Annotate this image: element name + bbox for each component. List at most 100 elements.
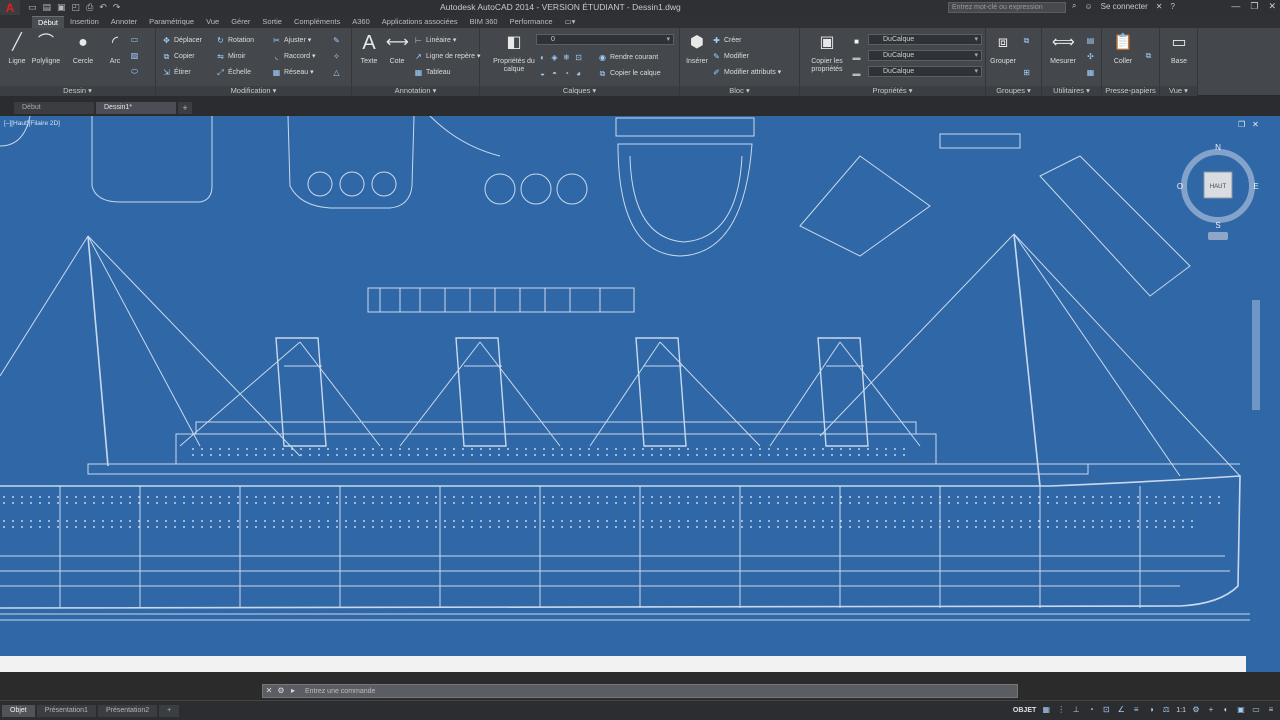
arc-tool-button[interactable]: ◜ Arc: [100, 32, 130, 66]
clean-screen-icon[interactable]: ▭: [1251, 705, 1261, 715]
group-label-vue[interactable]: Vue ▾: [1160, 86, 1197, 96]
offset-button[interactable]: △: [332, 65, 341, 79]
viewport-close-icon[interactable]: ✕: [1252, 120, 1259, 129]
autocad-logo-icon[interactable]: A: [0, 0, 20, 15]
isolate-objects-icon[interactable]: ◐: [1221, 705, 1231, 715]
add-layout-plus-icon[interactable]: +: [159, 704, 180, 717]
dimension-tool-button[interactable]: ⟷ Cote: [382, 32, 412, 66]
tab-gerer[interactable]: Gérer: [225, 16, 256, 28]
linear-dim-button[interactable]: ⊢ Linéaire ▾: [414, 33, 456, 47]
array-button[interactable]: ▦ Réseau ▾: [272, 65, 314, 79]
wcs-menu-icon[interactable]: [1208, 232, 1228, 240]
circle-tool-button[interactable]: ● Cercle: [68, 32, 98, 66]
customize-status-icon[interactable]: ≡: [1266, 705, 1276, 715]
tab-annoter[interactable]: Annoter: [105, 16, 143, 28]
signin-link[interactable]: Se connecter: [1101, 2, 1148, 11]
viewcube-north[interactable]: N: [1215, 143, 1221, 152]
redo-icon[interactable]: ↷: [113, 2, 121, 13]
print-icon[interactable]: ⎙: [86, 2, 93, 13]
viewport-restore-icon[interactable]: ❐: [1238, 120, 1245, 129]
rectangle-tool-button[interactable]: ▭: [130, 32, 139, 46]
user-icon[interactable]: ☺: [1084, 2, 1092, 11]
annotation-monitor-icon[interactable]: +: [1206, 705, 1216, 715]
util-tool-1[interactable]: ▤: [1086, 33, 1095, 47]
layer-tools-2[interactable]: ◒ ◓ ◔ ◕: [538, 66, 583, 80]
tab-vue[interactable]: Vue: [200, 16, 225, 28]
group-label-calques[interactable]: Calques ▾: [480, 86, 679, 96]
match-properties-button[interactable]: ▣ Copier les propriétés: [804, 32, 850, 74]
osnap-icon[interactable]: ⊡: [1101, 705, 1111, 715]
tab-bim360[interactable]: BIM 360: [464, 16, 504, 28]
tab-applications[interactable]: Applications associées: [376, 16, 464, 28]
insert-block-button[interactable]: ⬢ Insérer: [682, 32, 712, 66]
new-icon[interactable]: ▭: [28, 2, 37, 13]
tab-sortie[interactable]: Sortie: [256, 16, 288, 28]
layout-tab-model[interactable]: Objet: [2, 704, 35, 717]
tab-complements[interactable]: Compléments: [288, 16, 346, 28]
otrack-icon[interactable]: ∠: [1116, 705, 1126, 715]
annotation-scale-value[interactable]: 1:1: [1176, 707, 1186, 714]
layout-tab-1[interactable]: Présentation1: [36, 704, 96, 717]
workspace-gear-icon[interactable]: ⚙: [1191, 705, 1201, 715]
lineweight-select[interactable]: DuCalque: [868, 50, 982, 61]
group-label-bloc[interactable]: Bloc ▾: [680, 86, 799, 96]
save-icon[interactable]: ▣: [57, 2, 66, 13]
polar-icon[interactable]: ◔: [1086, 705, 1096, 715]
tab-debut[interactable]: Début: [32, 16, 65, 28]
help-icon[interactable]: ?: [1171, 2, 1175, 11]
mirror-button[interactable]: ⇋ Miroir: [216, 49, 245, 63]
util-tool-2[interactable]: ✣: [1086, 49, 1095, 63]
ellipse-tool-button[interactable]: ⬭: [130, 64, 139, 78]
scale-button[interactable]: ⤢ Échelle: [216, 65, 251, 79]
line-tool-button[interactable]: ╱ Ligne: [2, 32, 32, 66]
color-select[interactable]: DuCalque: [868, 34, 982, 45]
exchange-icon[interactable]: ✕: [1156, 2, 1163, 11]
undo-icon[interactable]: ↶: [99, 2, 107, 13]
horizontal-scrollbar-track[interactable]: [0, 656, 1246, 672]
annotation-scale-icon[interactable]: ⚖: [1161, 705, 1171, 715]
command-settings-icon[interactable]: ⚙: [275, 685, 287, 697]
layer-select[interactable]: 0: [536, 34, 674, 45]
maximize-icon[interactable]: ❐: [1250, 1, 1258, 12]
fillet-button[interactable]: ◟ Raccord ▾: [272, 49, 316, 63]
model-space-toggle[interactable]: OBJET: [1013, 707, 1036, 714]
layer-properties-button[interactable]: ◧ Propriétés du calque: [492, 32, 536, 74]
edit-block-button[interactable]: ✎ Modifier: [712, 49, 749, 63]
ungroup-button[interactable]: ⧉: [1022, 33, 1031, 47]
command-close-icon[interactable]: ✕: [263, 685, 275, 697]
group-button[interactable]: ⧈ Grouper: [988, 32, 1018, 66]
search-icon[interactable]: ⌕: [1072, 1, 1076, 11]
viewcube-west[interactable]: O: [1177, 182, 1183, 191]
viewcube-east[interactable]: E: [1253, 182, 1258, 191]
paste-button[interactable]: 📋 Coller: [1108, 32, 1138, 66]
tab-insertion[interactable]: Insertion: [64, 16, 105, 28]
snap-icon[interactable]: ⋮: [1056, 705, 1066, 715]
lineweight-toggle-icon[interactable]: ≡: [1131, 705, 1141, 715]
util-tool-3[interactable]: ▦: [1086, 65, 1095, 79]
tab-parametrique[interactable]: Paramétrique: [143, 16, 200, 28]
command-line[interactable]: ✕ ⚙ ▸ Entrez une commande: [262, 684, 1018, 698]
table-button[interactable]: ▦ Tableau: [414, 65, 451, 79]
text-tool-button[interactable]: A Texte: [354, 32, 384, 66]
group-label-modification[interactable]: Modification ▾: [156, 86, 351, 96]
viewcube[interactable]: HAUT N S E O: [1162, 142, 1262, 242]
explode-button[interactable]: ✧: [332, 49, 341, 63]
ribbon-toggle-icon[interactable]: ▭▾: [559, 16, 582, 28]
copy-clip-button[interactable]: ⧉: [1144, 48, 1153, 62]
open-icon[interactable]: ▤: [43, 2, 52, 13]
command-input[interactable]: Entrez une commande: [305, 688, 375, 695]
group-label-dessin[interactable]: Dessin ▾: [0, 86, 155, 96]
stretch-button[interactable]: ⇲ Étirer: [162, 65, 191, 79]
group-label-utilitaires[interactable]: Utilitaires ▾: [1042, 86, 1101, 96]
grid-icon[interactable]: ▦: [1041, 705, 1051, 715]
close-icon[interactable]: ✕: [1268, 1, 1276, 12]
new-tab-plus-icon[interactable]: +: [178, 102, 192, 114]
transparency-icon[interactable]: ◑: [1146, 705, 1156, 715]
measure-button[interactable]: ⟺ Mesurer: [1048, 32, 1078, 66]
group-label-presse-papiers[interactable]: Presse-papiers: [1102, 86, 1159, 96]
command-prompt-icon[interactable]: ▸: [287, 685, 299, 697]
rotate-button[interactable]: ↻ Rotation: [216, 33, 254, 47]
trim-button[interactable]: ✂ Ajuster ▾: [272, 33, 311, 47]
group-label-annotation[interactable]: Annotation ▾: [352, 86, 479, 96]
group-label-proprietes[interactable]: Propriétés ▾: [800, 86, 985, 96]
